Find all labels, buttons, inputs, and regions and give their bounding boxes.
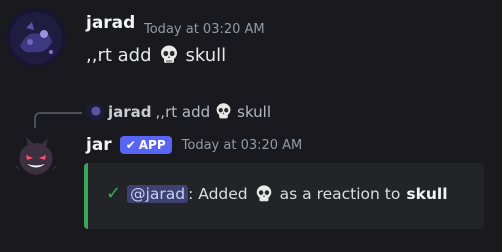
user-mention[interactable]: @jarad <box>127 184 189 203</box>
embed-text-before: : Added <box>188 184 248 203</box>
message-header: jar ✔ APP Today at 03:20 AM <box>86 135 302 155</box>
check-icon: ✓ <box>106 183 122 204</box>
message-author[interactable]: jarad <box>86 13 135 33</box>
skull-icon <box>214 102 233 121</box>
skull-icon <box>158 44 180 66</box>
reply-text-suffix: skull <box>237 102 272 121</box>
message-text-prefix: ,,rt add <box>86 44 152 66</box>
reply-text-prefix: ,,rt add <box>155 102 211 121</box>
app-badge: ✔ APP <box>119 136 172 154</box>
embed-text-after: as a reaction to <box>279 184 401 203</box>
verified-check-icon: ✔ <box>125 138 136 152</box>
reply-author[interactable]: jarad <box>108 103 152 121</box>
skull-icon <box>254 184 274 204</box>
reply-avatar <box>86 102 104 121</box>
embed-description: ✓ @jarad: Added as a reaction to skull <box>106 183 448 204</box>
app-badge-label: APP <box>138 138 166 152</box>
reply-spine <box>34 112 82 128</box>
message-author[interactable]: jar <box>86 135 112 155</box>
embed-target: skull <box>406 184 448 203</box>
message-text-suffix: skull <box>185 44 227 66</box>
message-timestamp: Today at 03:20 AM <box>144 22 265 37</box>
message-content: ,,rt add skull <box>86 44 226 66</box>
embed: ✓ @jarad: Added as a reaction to skull <box>84 163 484 229</box>
avatar-jar[interactable] <box>14 135 58 179</box>
message-timestamp: Today at 03:20 AM <box>181 137 303 153</box>
reply-preview[interactable]: jarad ,,rt add skull <box>86 102 271 121</box>
avatar-jarad[interactable] <box>6 8 66 68</box>
